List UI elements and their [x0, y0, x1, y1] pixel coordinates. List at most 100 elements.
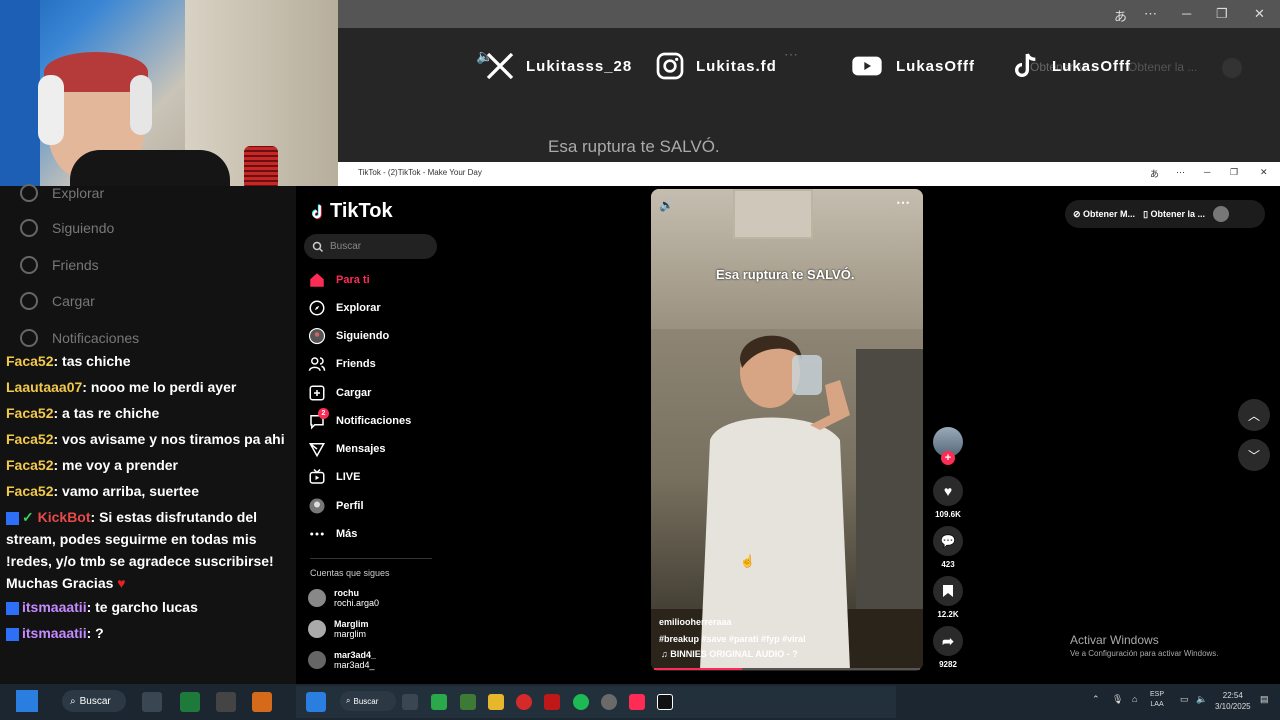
search-placeholder: Buscar [330, 241, 362, 252]
tiktok-icon [311, 204, 322, 219]
start-icon[interactable] [306, 692, 326, 712]
author-avatar-button[interactable]: + [932, 427, 964, 465]
social-instagram: Lukitas.fd [654, 50, 777, 82]
video-more-icon[interactable]: ⋯ [896, 194, 910, 211]
youtube-icon [852, 56, 882, 76]
share-button[interactable]: ➦ 9282 [932, 626, 964, 669]
ghost-nav-friends: Friends [20, 256, 99, 274]
app-icon[interactable] [180, 692, 200, 712]
sub-badge-icon [6, 601, 19, 615]
nav-notificaciones[interactable]: 2 Notificaciones [308, 408, 411, 430]
chat-message: Faca52: vamo arriba, suertee [6, 483, 199, 499]
taskview-icon[interactable] [142, 692, 162, 712]
get-coins-button[interactable]: ⊘ Obtener M... [1073, 209, 1135, 220]
minimize-icon[interactable]: ─ [1182, 6, 1191, 21]
nav-mas[interactable]: Más [308, 525, 357, 543]
overlay-titlebar: あ ⋯ ─ ❐ ✕ [338, 0, 1280, 28]
browser-title: TikTok - (2)TikTok - Make Your Day [358, 168, 482, 177]
chevron-up-icon[interactable]: ⌃ [1092, 694, 1100, 705]
video-hashtags[interactable]: #breakup #save #parati #fyp #viral [659, 634, 806, 644]
mic-icon[interactable]: 🎙 [1112, 694, 1123, 705]
user-avatar[interactable] [1213, 206, 1230, 222]
volume-icon[interactable]: 🔊 [659, 198, 674, 212]
video-author[interactable]: emiliooherreraaa [659, 617, 732, 627]
next-video-button[interactable]: ﹀ [1238, 439, 1270, 471]
monitor-icon[interactable]: ▭ [1180, 694, 1189, 705]
comment-button[interactable]: 💬 423 [932, 526, 964, 569]
chat-message: Laautaaa07: nooo me lo perdi ayer [6, 379, 237, 395]
close-icon[interactable]: ✕ [1254, 6, 1265, 22]
clock[interactable]: 22:54 3/10/2025 [1215, 690, 1251, 712]
language-indicator[interactable]: ESP LAA [1150, 690, 1164, 710]
more-icon [310, 532, 324, 536]
more-icon[interactable]: ⋯ [1144, 6, 1157, 22]
following-account[interactable]: rochu rochi.arga0 [308, 588, 379, 608]
nav-cargar[interactable]: Cargar [308, 384, 371, 402]
start-icon[interactable] [16, 690, 38, 712]
like-button[interactable]: ♥ 109.6K [932, 476, 964, 519]
obs-icon[interactable] [601, 694, 617, 710]
upload-icon [309, 385, 325, 401]
send-icon [308, 443, 326, 458]
more-icon[interactable]: ⋯ [1176, 167, 1185, 178]
video-music[interactable]: ♫ BINNIES ORIGINAL AUDIO - ? [661, 649, 798, 659]
maximize-icon[interactable]: ❐ [1230, 167, 1238, 178]
following-account[interactable]: Marglim marglim [308, 619, 369, 639]
like-count: 109.6K [935, 510, 961, 519]
tiktok-brand: TikTok [330, 200, 393, 222]
nav-mensajes[interactable]: Mensajes [308, 440, 386, 458]
speaker-icon[interactable]: 🔈 [1196, 694, 1207, 705]
network-icon[interactable]: ⌂ [1132, 694, 1137, 704]
app-icon[interactable] [544, 694, 560, 710]
previous-video-button[interactable]: ︿ [1238, 399, 1270, 431]
close-icon[interactable]: ✕ [1260, 167, 1268, 178]
tiktok-sidebar [296, 186, 640, 686]
chevron-down-icon: ﹀ [1247, 448, 1260, 463]
tiktok-app-icon[interactable] [629, 694, 645, 710]
bookmark-icon [943, 585, 953, 597]
inner-search[interactable]: ⌕ Buscar [340, 691, 396, 711]
x-icon [486, 52, 514, 80]
nav-live[interactable]: LIVE [308, 468, 360, 486]
nav-explorar[interactable]: Explorar [308, 299, 381, 317]
maximize-icon[interactable]: ❐ [1216, 6, 1228, 22]
app-icon[interactable] [460, 694, 476, 710]
save-button[interactable]: 12.2K [932, 576, 964, 619]
folder-icon[interactable] [488, 694, 504, 710]
cursor-icon: ☝ [740, 554, 755, 568]
follow-plus-icon[interactable]: + [941, 451, 955, 465]
nav-para-ti[interactable]: Para ti [308, 271, 370, 289]
verified-icon: ✓ [22, 509, 38, 525]
following-account[interactable]: mar3ad4_ mar3ad4_ [308, 650, 376, 670]
minimize-icon[interactable]: ─ [1204, 167, 1210, 177]
save-count: 12.2K [937, 610, 959, 619]
ghost-nav-notificaciones: Notificaciones [20, 329, 139, 347]
taskbar-search[interactable]: ⌕ Buscar [62, 690, 126, 712]
opera-icon[interactable] [516, 694, 532, 710]
social-instagram-handle: Lukitas.fd [696, 57, 777, 75]
search-input[interactable]: Buscar [304, 234, 437, 259]
get-app-button[interactable]: ▯ Obtener la ... [1143, 209, 1205, 220]
folder-icon[interactable] [252, 692, 272, 712]
ghost-nav-cargar: Cargar [20, 292, 95, 310]
tiktok-icon[interactable] [657, 694, 673, 710]
chevron-up-icon: ︿ [1247, 408, 1260, 423]
avatar [308, 651, 326, 669]
nav-friends[interactable]: Friends [308, 355, 376, 373]
notification-icon[interactable]: ▤ [1260, 694, 1269, 705]
taskview-icon[interactable] [402, 694, 418, 710]
following-icon [308, 327, 326, 345]
heart-icon: ♥ [117, 575, 126, 591]
translate-icon[interactable]: あ [1150, 167, 1159, 180]
ghost-nav-explorar: Explorar [20, 184, 104, 202]
nav-perfil[interactable]: Perfil [308, 497, 364, 515]
translate-icon[interactable]: あ [1114, 6, 1127, 25]
social-x: Lukitasss_28 [484, 50, 632, 82]
app-icon[interactable] [216, 692, 236, 712]
tiktok-logo[interactable]: TikTok [310, 200, 393, 223]
heart-icon: ♥ [943, 483, 953, 499]
minecraft-icon[interactable] [431, 694, 447, 710]
spotify-icon[interactable] [573, 694, 589, 710]
overlay-caption: Esa ruptura te SALVÓ. [548, 137, 720, 156]
nav-siguiendo[interactable]: Siguiendo [308, 327, 389, 345]
